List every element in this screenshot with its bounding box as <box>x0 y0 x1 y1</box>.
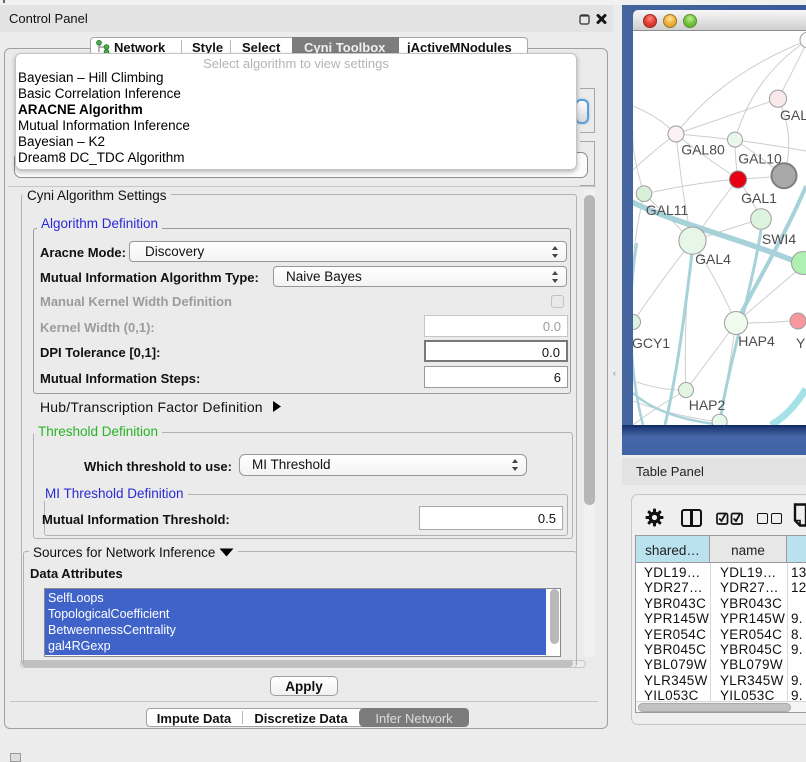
svg-text:GAL80: GAL80 <box>681 142 725 158</box>
svg-text:GAL1: GAL1 <box>741 190 777 206</box>
svg-text:HAP2: HAP2 <box>689 397 726 413</box>
svg-text:SWI4: SWI4 <box>762 231 796 247</box>
svg-text:GAL11: GAL11 <box>646 202 689 218</box>
svg-text:GAL10: GAL10 <box>738 151 782 167</box>
svg-text:GAL4: GAL4 <box>695 251 731 267</box>
svg-text:Y: Y <box>796 335 806 351</box>
svg-text:GCY1: GCY1 <box>633 335 670 351</box>
svg-text:HAP4: HAP4 <box>738 333 775 349</box>
svg-text:GAL7: GAL7 <box>780 107 806 123</box>
